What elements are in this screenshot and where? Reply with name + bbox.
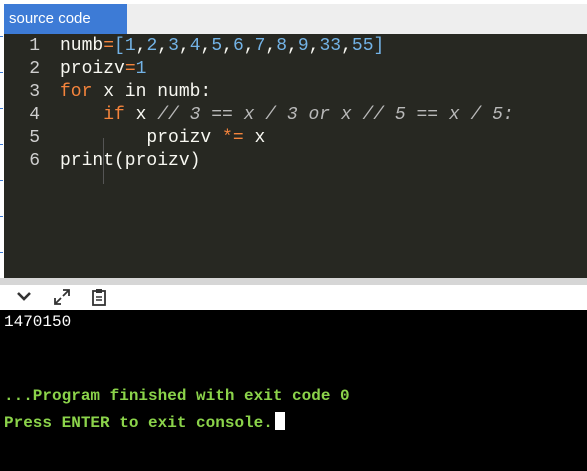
code-line[interactable]: 3 for x in numb: [4,81,587,104]
gutter-tick [0,108,3,109]
code-token: , [341,36,352,56]
code-token: numb [60,36,104,56]
code-token: print(proizv) [60,151,201,171]
code-token: 1 [124,36,136,56]
code-token: x [124,105,158,125]
tab-source-code[interactable]: source code [4,4,127,34]
line-number: 3 [29,82,40,102]
code-line[interactable]: 2 proizv=1 [4,58,587,81]
gutter-tick [0,216,3,217]
code-token: 33 [319,36,342,56]
code-token: if [103,105,125,125]
line-number: 4 [29,105,40,125]
code-token: for [60,82,93,102]
gutter-tick [0,72,3,73]
code-text: proizv *= x [60,127,265,150]
exit-code-message: ...Program finished with exit code 0 [4,387,350,405]
code-token: , [135,36,147,56]
line-number: 6 [29,151,40,171]
code-token: , [265,36,277,56]
code-text: if x // 3 == x / 3 or x // 5 == x / 5: [60,104,514,127]
code-token: 6 [232,36,244,56]
code-token: 9 [297,36,309,56]
code-token: = [124,59,136,79]
console-toolbar [0,285,587,310]
code-text: proizv=1 [60,58,146,81]
chevron-down-icon[interactable] [13,287,35,309]
code-token: 3 [168,36,179,56]
code-token: = [103,36,115,56]
code-token: 4 [189,36,201,56]
code-token: , [243,36,255,56]
gutter-tick [0,252,3,253]
code-token: [ [114,36,125,56]
code-line[interactable]: 5 proizv *= x [4,127,587,150]
code-token: , [308,36,320,56]
code-text: print(proizv) [60,150,200,173]
code-text: numb=[1,2,3,4,5,6,7,8,9,33,55] [60,35,384,58]
code-token: , [200,36,212,56]
code-token: proizv [60,59,125,79]
code-token: , [178,36,190,56]
code-token: 5 [211,36,223,56]
press-enter-text: Press ENTER to exit console. [4,414,273,432]
code-line[interactable]: 6 print(proizv) [4,150,587,173]
gutter-tick [0,144,3,145]
code-token: , [222,36,233,56]
pane-splitter[interactable] [0,278,587,285]
line-number: 1 [29,36,40,56]
code-token: x in numb: [92,82,212,102]
code-token: 2 [146,36,158,56]
gutter-tick [0,180,3,181]
code-token: x [243,128,266,148]
code-token: 55 [351,36,374,56]
expand-arrows-icon[interactable] [51,287,73,309]
code-line[interactable]: 4 if x // 3 == x / 3 or x // 5 == x / 5: [4,104,587,127]
code-token: , [287,36,298,56]
code-text: for x in numb: [60,81,211,104]
code-token: proizv [60,128,223,148]
code-editor[interactable]: 1 numb=[1,2,3,4,5,6,7,8,9,33,55] 2 proizv=1… [4,34,587,278]
code-token: 1 [135,59,147,79]
code-token: , [157,36,169,56]
code-token: 8 [276,36,288,56]
line-number: 2 [29,59,40,79]
code-line[interactable]: 1 numb=[1,2,3,4,5,6,7,8,9,33,55] [4,35,587,58]
gutter-tick [0,36,3,37]
code-token: ] [373,36,385,56]
copy-clipboard-icon[interactable] [88,287,110,309]
line-number: 5 [29,128,40,148]
code-token: *= [222,128,244,148]
code-token: // 3 == x / 3 or x // 5 == x / 5: [157,105,514,125]
program-output: 1470150 [4,313,72,331]
code-token: 7 [254,36,266,56]
press-enter-message: Press ENTER to exit console. [4,412,285,432]
console-output[interactable]: 1470150 ...Program finished with exit co… [0,310,587,471]
console-cursor [274,412,285,430]
editor-tab-bar: source code [4,4,587,34]
